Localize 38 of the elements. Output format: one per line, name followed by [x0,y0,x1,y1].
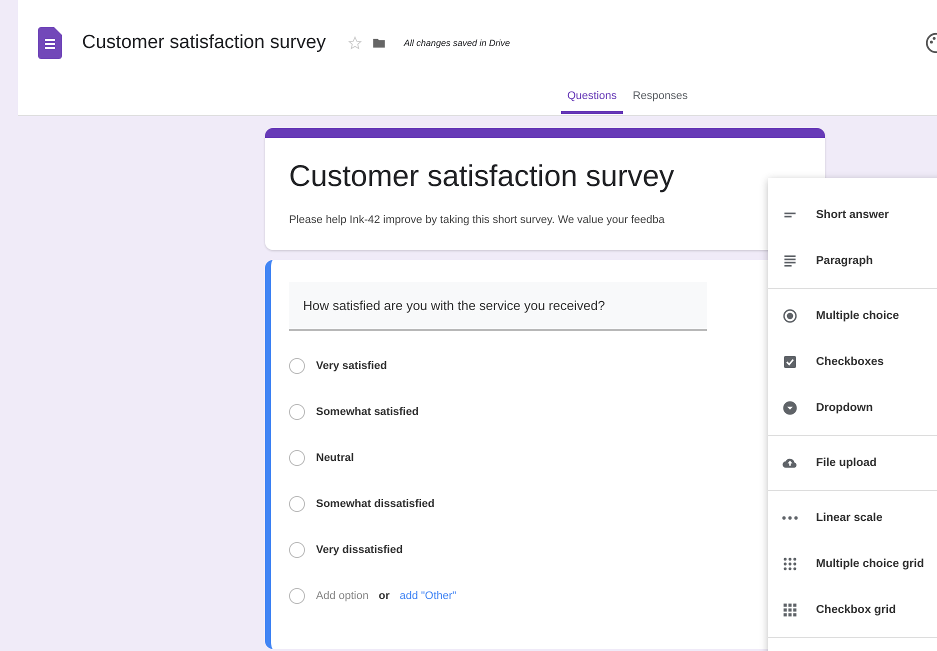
menu-item[interactable]: Multiple choice grid [768,541,937,587]
option-label[interactable]: Very satisfied [316,360,387,372]
save-status: All changes saved in Drive [404,38,510,48]
menu-item[interactable]: Dropdown [768,385,937,431]
form-icon[interactable] [38,27,62,59]
star-icon[interactable] [348,36,362,50]
or-text: or [378,590,390,602]
menu-item[interactable]: File upload [768,440,937,486]
add-option-field[interactable]: Add option [316,590,369,602]
question-field[interactable]: How satisfied are you with the service you received? [289,282,707,331]
radio-button[interactable] [289,542,305,558]
tab[interactable]: Questions [561,86,623,114]
option-label[interactable]: Very dissatisfied [316,544,403,556]
menu-item[interactable]: Checkbox grid [768,587,937,633]
option-label[interactable]: Somewhat satisfied [316,406,419,418]
dropdown-icon [782,400,798,416]
tab[interactable]: Responses [626,86,694,114]
menu-item[interactable]: Paragraph [768,238,937,284]
radio-button[interactable] [289,358,305,374]
radio-icon [289,588,305,604]
option-label[interactable]: Somewhat dissatisfied [316,498,435,510]
radio-icon [782,308,798,324]
menu-item[interactable]: Checkboxes [768,339,937,385]
radio-button[interactable] [289,404,305,420]
menu-item[interactable]: Short answer [768,192,937,238]
grid-icon [782,602,798,618]
menu-item[interactable]: Multiple choice [768,293,937,339]
linear-scale-icon [782,516,798,520]
checkbox-icon [782,354,798,370]
paragraph-icon [782,253,798,269]
option-label[interactable]: Neutral [316,452,354,464]
radio-button[interactable] [289,496,305,512]
folder-icon[interactable] [372,36,386,50]
document-title[interactable]: Customer satisfaction survey [82,32,326,54]
menu-item[interactable]: Linear scale [768,495,937,541]
grid-icon [782,556,798,572]
radio-button[interactable] [289,450,305,466]
add-other-link[interactable]: add "Other" [400,590,456,602]
